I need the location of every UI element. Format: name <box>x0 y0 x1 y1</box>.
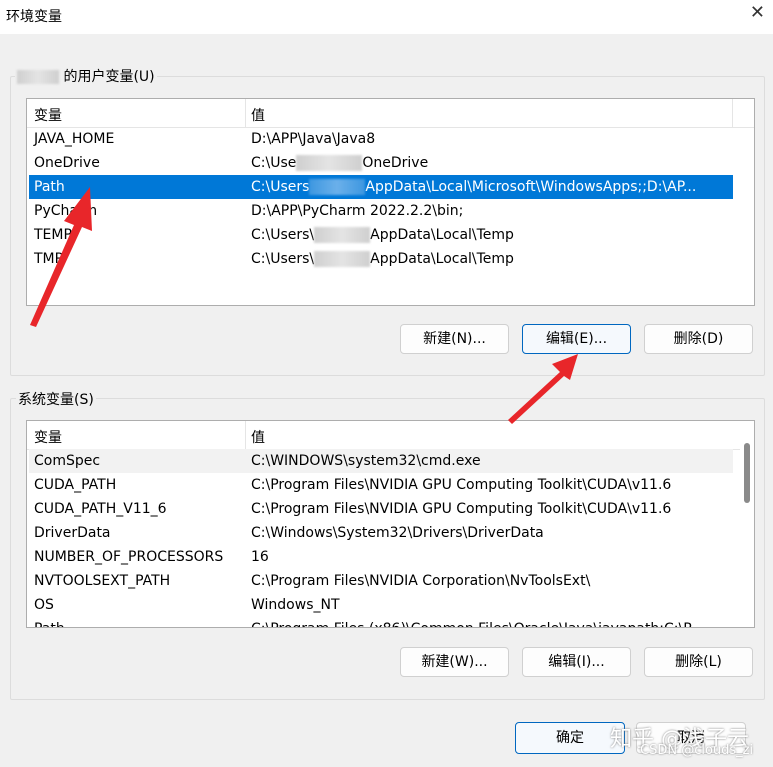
table-row[interactable]: JAVA_HOME D:\APP\Java\Java8 <box>29 127 733 151</box>
redacted-username <box>314 251 371 267</box>
system-vars-group-label: 系统变量(S) <box>16 389 96 409</box>
header-value[interactable]: 值 <box>251 105 265 125</box>
watermark-sub: CSDN @clouds_zi <box>640 743 754 758</box>
system-delete-button[interactable]: 删除(L) <box>644 647 753 677</box>
scrollbar-thumb[interactable] <box>744 443 750 503</box>
table-row[interactable]: CUDA_PATH_V11_6 C:\Program Files\NVIDIA … <box>29 497 733 521</box>
table-row[interactable]: Path C:\Program Files (x86)\Common Files… <box>29 617 733 627</box>
table-row[interactable]: NVTOOLSEXT_PATH C:\Program Files\NVIDIA … <box>29 569 733 593</box>
system-edit-button[interactable]: 编辑(I)... <box>522 647 631 677</box>
table-row[interactable]: CUDA_PATH C:\Program Files\NVIDIA GPU Co… <box>29 473 733 497</box>
redacted-username <box>17 70 59 84</box>
user-delete-button[interactable]: 删除(D) <box>644 324 753 354</box>
header-separator <box>245 421 246 449</box>
header-value[interactable]: 值 <box>251 427 265 447</box>
table-row[interactable]: DriverData C:\Windows\System32\Drivers\D… <box>29 521 733 545</box>
redacted-username <box>309 179 366 195</box>
close-icon[interactable]: ✕ <box>750 2 765 23</box>
user-vars-list[interactable]: 变量 值 JAVA_HOME D:\APP\Java\Java8 OneDriv… <box>26 98 755 306</box>
header-separator <box>732 99 733 127</box>
table-row[interactable]: ComSpec C:\WINDOWS\system32\cmd.exe <box>29 449 733 473</box>
title-bar: 环境变量 ✕ <box>0 0 773 34</box>
redacted-username <box>314 227 371 243</box>
header-separator <box>245 99 246 127</box>
table-row[interactable]: TEMP C:\Users\ AppData\Local\Temp <box>29 223 733 247</box>
user-new-button[interactable]: 新建(N)... <box>400 324 509 354</box>
user-edit-button[interactable]: 编辑(E)... <box>522 324 631 354</box>
list-header: 变量 值 <box>27 421 754 450</box>
user-vars-group-label: 的用户变量(U) <box>15 66 157 86</box>
ok-button[interactable]: 确定 <box>515 722 625 754</box>
system-vars-list[interactable]: 变量 值 ComSpec C:\WINDOWS\system32\cmd.exe… <box>26 420 755 628</box>
system-new-button[interactable]: 新建(W)... <box>400 647 509 677</box>
table-row[interactable]: OS Windows_NT <box>29 593 733 617</box>
scrollbar[interactable] <box>740 421 754 627</box>
redacted-username <box>296 155 363 171</box>
header-name[interactable]: 变量 <box>34 427 62 447</box>
table-row[interactable]: PyCharm D:\APP\PyCharm 2022.2.2\bin; <box>29 199 733 223</box>
table-row[interactable]: NUMBER_OF_PROCESSORS 16 <box>29 545 733 569</box>
table-row[interactable]: TMP C:\Users\ AppData\Local\Temp <box>29 247 733 271</box>
list-header: 变量 值 <box>27 99 754 128</box>
window-title: 环境变量 <box>6 9 62 25</box>
table-row[interactable]: OneDrive C:\Use OneDrive <box>29 151 733 175</box>
header-name[interactable]: 变量 <box>34 105 62 125</box>
table-row-selected[interactable]: Path C:\Users AppData\Local\Microsoft\Win… <box>29 175 733 199</box>
